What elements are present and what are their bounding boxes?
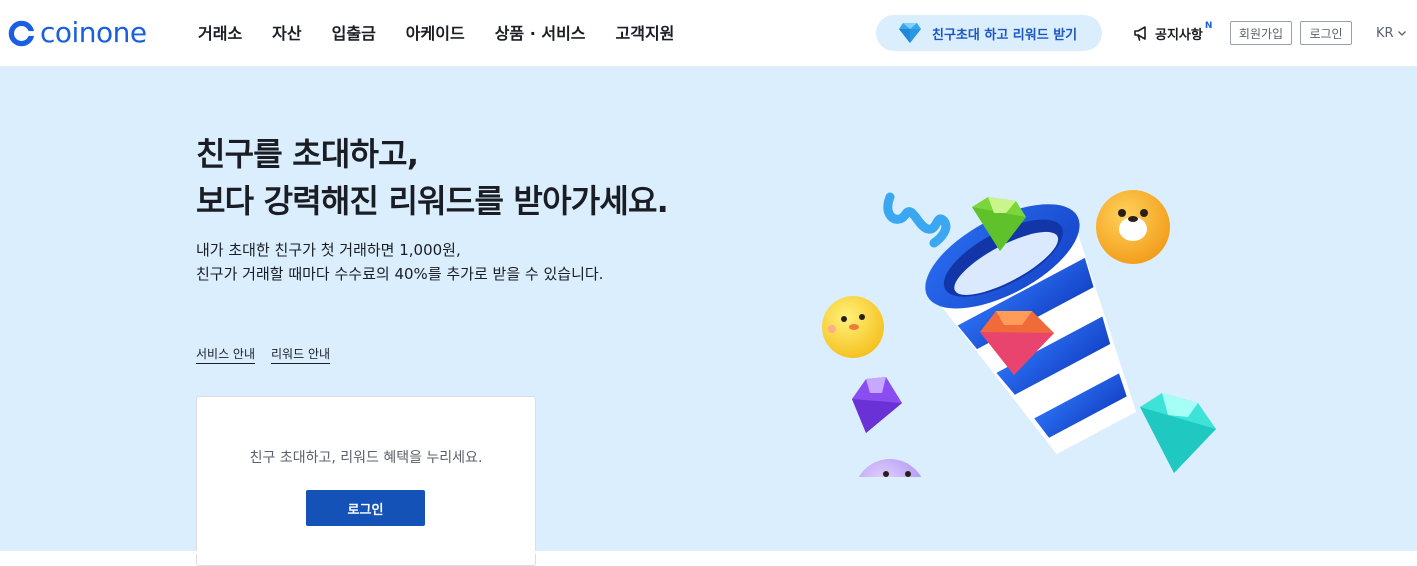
signup-button[interactable]: 회원가입 [1230, 21, 1292, 45]
language-selector[interactable]: KR [1376, 24, 1407, 42]
notice-link[interactable]: 공지사항 N [1133, 21, 1213, 44]
nav-item-arcade[interactable]: 아케이드 [406, 22, 465, 46]
hero-description-line1: 내가 초대한 친구가 첫 거래하면 1,000원, [196, 241, 461, 259]
hero-title-line2: 보다 강력해진 리워드를 받아가세요. [196, 182, 669, 220]
main-nav: 거래소 자산 입출금 아케이드 상품 · 서비스 고객지원 [198, 22, 704, 46]
hero-links: 서비스 안내 리워드 안내 [196, 345, 346, 364]
hero-description-line2: 친구가 거래할 때마다 수수료의 40%를 추가로 받을 수 있습니다. [196, 265, 604, 283]
nav-item-support[interactable]: 고객지원 [616, 22, 675, 46]
login-button[interactable]: 로그인 [306, 490, 425, 526]
login-card-message: 친구 초대하고, 리워드 혜택을 누리세요. [249, 450, 483, 466]
orange-character-shape [1096, 190, 1170, 264]
cyan-gem-shape [1140, 393, 1216, 473]
hero-description: 내가 초대한 친구가 첫 거래하면 1,000원, 친구가 거래할 때마다 수수… [196, 238, 756, 286]
notice-label: 공지사항 [1155, 27, 1203, 43]
invite-reward-button[interactable]: 친구초대 하고 리워드 받기 [876, 15, 1102, 51]
nav-item-assets[interactable]: 자산 [272, 22, 301, 46]
coinone-logo-icon [8, 20, 35, 46]
login-card: 친구 초대하고, 리워드 혜택을 누리세요. 로그인 [196, 396, 536, 566]
chevron-down-icon [1397, 31, 1406, 36]
nav-item-exchange[interactable]: 거래소 [198, 22, 242, 46]
new-badge: N [1204, 21, 1213, 31]
purple-gem-shape [852, 377, 902, 433]
hero-title: 친구를 초대하고, 보다 강력해진 리워드를 받아가세요. [196, 131, 756, 225]
nav-item-products-services[interactable]: 상품 · 서비스 [495, 22, 586, 46]
reward-guide-link[interactable]: 리워드 안내 [271, 345, 331, 364]
megaphone-icon [1134, 26, 1146, 41]
header-login-button[interactable]: 로그인 [1300, 21, 1352, 45]
language-label: KR [1376, 25, 1394, 41]
invite-reward-label: 친구초대 하고 리워드 받기 [932, 27, 1078, 43]
brand-name: coinone [40, 16, 147, 49]
diamond-icon [899, 23, 921, 43]
top-header: coinone 거래소 자산 입출금 아케이드 상품 · 서비스 고객지원 친구… [0, 0, 1417, 67]
nav-item-deposit-withdraw[interactable]: 입출금 [332, 22, 376, 46]
brand-logo[interactable]: coinone [8, 17, 147, 49]
promo-illustration [822, 190, 1216, 477]
service-guide-link[interactable]: 서비스 안내 [196, 345, 256, 364]
hero-section: 친구를 초대하고, 보다 강력해진 리워드를 받아가세요. 내가 초대한 친구가… [0, 67, 1417, 566]
yellow-chick-shape [822, 296, 884, 358]
squiggle-shape [883, 192, 951, 248]
purple-pig-shape [858, 459, 922, 477]
hero-title-line1: 친구를 초대하고, [196, 135, 419, 173]
